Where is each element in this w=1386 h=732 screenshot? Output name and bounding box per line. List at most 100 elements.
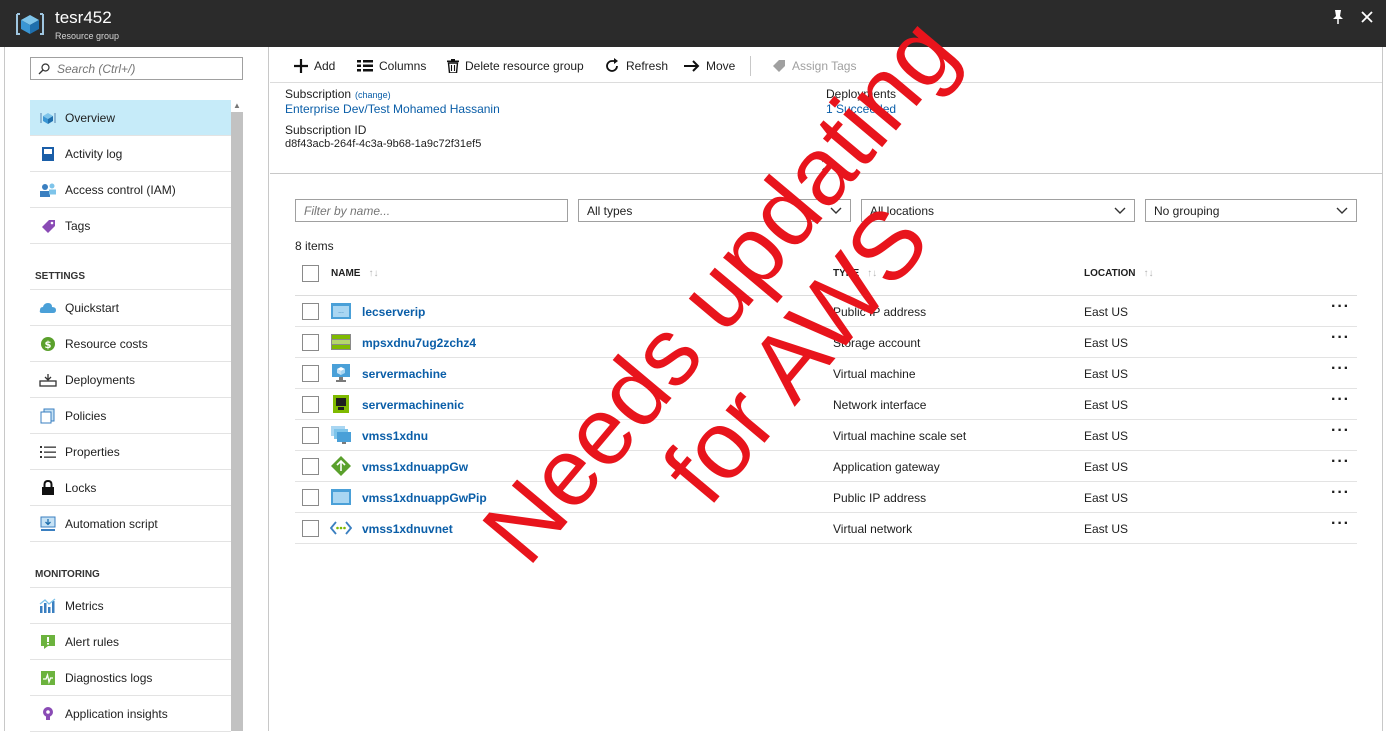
blade-right-edge (1382, 47, 1386, 731)
sidebar-item-tags[interactable]: Tags (30, 208, 231, 244)
resource-location: East US (1084, 491, 1129, 505)
delete-resource-group-button[interactable]: Delete resource group (447, 56, 584, 76)
item-count: 8 items (295, 239, 334, 253)
sidebar-item-overview[interactable]: Overview (30, 100, 231, 136)
sort-icon: ↑↓ (368, 268, 379, 279)
table-row[interactable]: servermachine Virtual machine East US ··… (295, 358, 1357, 389)
sidebar-item-diagnostics-logs[interactable]: Diagnostics logs (30, 660, 231, 696)
grouping-dropdown[interactable]: No grouping (1145, 199, 1357, 222)
sidebar-item-resource-costs[interactable]: $ Resource costs (30, 326, 231, 362)
table-row[interactable]: vmss1xdnu Virtual machine scale set East… (295, 420, 1357, 451)
resource-group-icon (16, 13, 44, 35)
resource-name-link[interactable]: vmss1xdnuappGw (362, 460, 468, 474)
sidebar-item-activity-log[interactable]: Activity log (30, 136, 231, 172)
resource-costs-icon: $ (39, 335, 57, 353)
section-header-monitoring: MONITORING (30, 542, 231, 588)
resource-name-link[interactable]: vmss1xdnuappGwPip (362, 491, 487, 505)
row-checkbox[interactable] (302, 365, 319, 382)
resource-name-link[interactable]: servermachinenic (362, 398, 464, 412)
sidebar-item-automation-script[interactable]: Automation script (30, 506, 231, 542)
assign-tags-button[interactable]: Assign Tags (772, 56, 856, 76)
sidebar-item-access-control[interactable]: Access control (IAM) (30, 172, 231, 208)
locations-dropdown[interactable]: All locations (861, 199, 1135, 222)
search-input[interactable] (57, 61, 227, 76)
chevron-down-icon (830, 207, 842, 214)
subscription-id-label: Subscription ID (285, 123, 367, 137)
change-subscription-link[interactable]: (change) (355, 90, 391, 100)
sidebar-item-locks[interactable]: Locks (30, 470, 231, 506)
row-checkbox[interactable] (302, 427, 319, 444)
more-options-icon[interactable]: ··· (1331, 453, 1350, 471)
resource-name-link[interactable]: servermachine (362, 367, 447, 381)
application-gateway-icon (331, 456, 351, 476)
properties-icon (39, 443, 57, 461)
row-checkbox[interactable] (302, 458, 319, 475)
sidebar-item-properties[interactable]: Properties (30, 434, 231, 470)
scrollbar-thumb[interactable] (231, 112, 243, 731)
column-header-type[interactable]: TYPE ↑↓ (833, 268, 877, 279)
scroll-up-icon[interactable]: ▲ (231, 100, 243, 112)
sidebar-item-policies[interactable]: Policies (30, 398, 231, 434)
column-header-location[interactable]: LOCATION ↑↓ (1084, 268, 1153, 279)
more-options-icon[interactable]: ··· (1331, 391, 1350, 409)
select-all-checkbox[interactable] (302, 265, 319, 282)
filter-by-name-input[interactable] (304, 203, 559, 218)
sidebar-item-deployments[interactable]: Deployments (30, 362, 231, 398)
table-row[interactable]: ··· lecserverip Public IP address East U… (295, 296, 1357, 327)
add-button[interactable]: Add (294, 56, 335, 76)
more-options-icon[interactable]: ··· (1331, 329, 1350, 347)
collapse-essentials-icon[interactable]: ⌃ ⌃ (820, 160, 828, 178)
table-row[interactable]: vmss1xdnuappGw Application gateway East … (295, 451, 1357, 482)
title-bar: tesr452 Resource group (0, 0, 1386, 47)
more-options-icon[interactable]: ··· (1331, 484, 1350, 502)
move-button[interactable]: Move (684, 56, 735, 76)
subscription-label-text: Subscription (285, 87, 352, 101)
deployments-link[interactable]: 1 Succeeded (826, 102, 896, 116)
table-row[interactable]: servermachinenic Network interface East … (295, 389, 1357, 420)
row-checkbox[interactable] (302, 489, 319, 506)
deployments-label: Deployments (826, 87, 897, 101)
add-label: Add (314, 59, 336, 73)
table-row[interactable]: vmss1xdnuvnet Virtual network East US ··… (295, 513, 1357, 544)
row-checkbox[interactable] (302, 303, 319, 320)
sidebar-item-metrics[interactable]: Metrics (30, 588, 231, 624)
close-icon[interactable] (1357, 9, 1377, 29)
subscription-label: Subscription (change) (285, 87, 391, 101)
sidebar-search[interactable] (30, 57, 243, 80)
table-row[interactable]: vmss1xdnuappGwPip Public IP address East… (295, 482, 1357, 513)
refresh-button[interactable]: Refresh (604, 56, 668, 76)
vm-scale-set-icon (331, 426, 351, 444)
types-dropdown[interactable]: All types (578, 199, 851, 222)
sidebar-item-alert-rules[interactable]: Alert rules (30, 624, 231, 660)
more-options-icon[interactable]: ··· (1331, 360, 1350, 378)
section-header-settings: SETTINGS (30, 244, 231, 290)
metrics-icon (39, 597, 57, 615)
resource-name-link[interactable]: vmss1xdnuvnet (362, 522, 453, 536)
sidebar-scrollbar[interactable]: ▲ (231, 100, 243, 731)
resource-location: East US (1084, 522, 1129, 536)
row-checkbox[interactable] (302, 396, 319, 413)
pin-icon[interactable] (1328, 9, 1348, 30)
subscription-id-value: d8f43acb-264f-4c3a-9b68-1a9c72f31ef5 (285, 138, 482, 150)
column-header-name[interactable]: NAME ↑↓ (331, 268, 378, 279)
resource-name-link[interactable]: lecserverip (362, 305, 425, 319)
svg-text:$: $ (45, 340, 52, 351)
sidebar-item-label: Policies (65, 408, 107, 423)
name-filter[interactable] (295, 199, 568, 222)
more-options-icon[interactable]: ··· (1331, 298, 1350, 316)
more-options-icon[interactable]: ··· (1331, 422, 1350, 440)
resource-name-link[interactable]: mpsxdnu7ug2zchz4 (362, 336, 476, 350)
table-row[interactable]: mpsxdnu7ug2zchz4 Storage account East US… (295, 327, 1357, 358)
sidebar-item-quickstart[interactable]: Quickstart (30, 290, 231, 326)
trash-icon (447, 59, 459, 73)
resource-name-link[interactable]: vmss1xdnu (362, 429, 428, 443)
columns-button[interactable]: Columns (357, 56, 426, 76)
subscription-link[interactable]: Enterprise Dev/Test Mohamed Hassanin (285, 102, 500, 116)
more-options-icon[interactable]: ··· (1331, 515, 1350, 533)
resource-type: Virtual network (833, 522, 913, 536)
row-checkbox[interactable] (302, 520, 319, 537)
sort-icon: ↑↓ (867, 268, 878, 279)
sidebar-item-application-insights[interactable]: Application insights (30, 696, 231, 732)
row-checkbox[interactable] (302, 334, 319, 351)
main-content: Add Columns Delete resource group Refres… (270, 47, 1382, 731)
